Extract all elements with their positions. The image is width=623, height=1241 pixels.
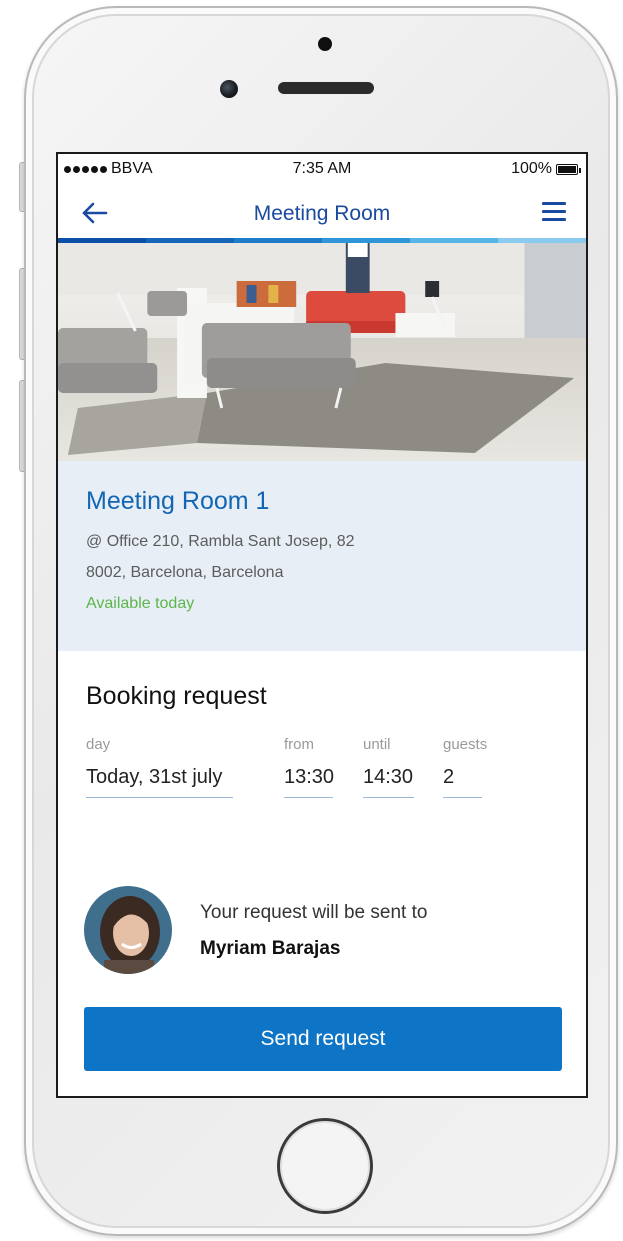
- room-photo: [58, 243, 586, 461]
- app-screen: BBVA 7:35 AM 100% Meeting Room Meeting R…: [56, 152, 588, 1098]
- guests-value[interactable]: 2: [443, 756, 482, 798]
- until-time-value[interactable]: 14:30: [363, 756, 414, 798]
- until-field[interactable]: until 14:30: [363, 736, 414, 798]
- page-title: Meeting Room: [253, 202, 391, 225]
- day-field[interactable]: day Today, 31st july: [86, 736, 233, 798]
- home-button[interactable]: [277, 1118, 373, 1214]
- until-label: until: [363, 736, 391, 753]
- earpiece-speaker: [278, 82, 374, 94]
- room-address-line1: @ Office 210, Rambla Sant Josep, 82: [86, 533, 355, 550]
- front-camera: [318, 37, 332, 51]
- room-address-line2: 8002, Barcelona, Barcelona: [86, 564, 284, 581]
- status-battery-group: 100%: [511, 160, 581, 178]
- room-name: Meeting Room 1: [86, 487, 270, 515]
- day-label: day: [86, 736, 111, 753]
- from-field[interactable]: from 13:30: [284, 736, 334, 798]
- room-info-card: Meeting Room 1 @ Office 210, Rambla Sant…: [58, 461, 586, 651]
- status-bar: BBVA 7:35 AM 100%: [58, 154, 586, 190]
- recipient-name: Myriam Barajas: [200, 938, 341, 959]
- guests-field[interactable]: guests 2: [443, 736, 488, 798]
- battery-percent: 100%: [511, 160, 552, 177]
- send-request-button[interactable]: Send request: [84, 1007, 562, 1071]
- from-label: from: [284, 736, 314, 753]
- guests-label: guests: [443, 736, 488, 753]
- hamburger-menu-icon[interactable]: [542, 202, 566, 224]
- day-value[interactable]: Today, 31st july: [86, 756, 233, 798]
- recipient-text: Your request will be sent to: [200, 902, 428, 923]
- status-time: 7:35 AM: [292, 160, 352, 177]
- availability-status: Available today: [86, 595, 195, 612]
- avatar: [84, 886, 172, 974]
- from-time-value[interactable]: 13:30: [284, 756, 334, 798]
- booking-section-title: Booking request: [86, 682, 267, 710]
- navigation-bar: Meeting Room: [58, 190, 586, 238]
- proximity-sensor: [220, 80, 238, 98]
- battery-icon: [556, 163, 581, 175]
